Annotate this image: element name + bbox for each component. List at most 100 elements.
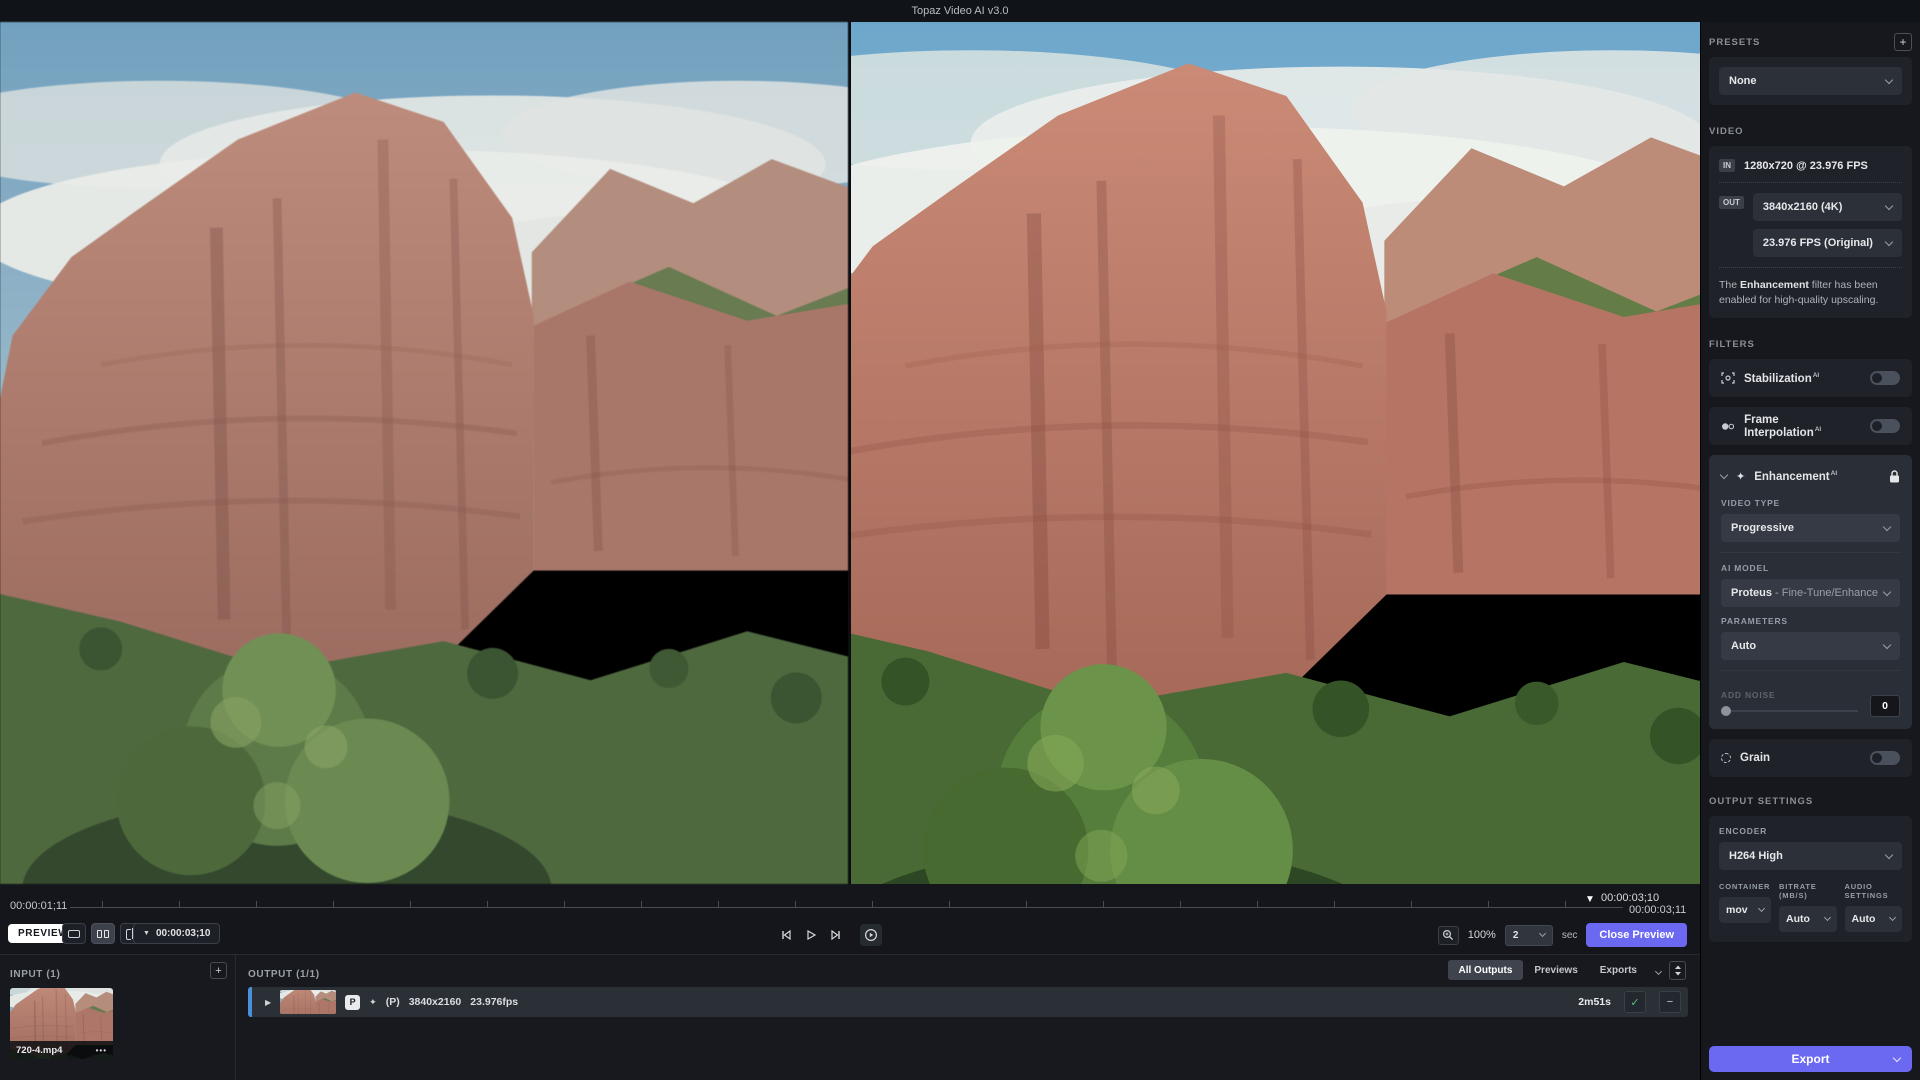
input-file-name: 720-4.mp4	[16, 1044, 63, 1056]
container-label: CONTAINER	[1719, 882, 1771, 892]
zoom-percent: 100%	[1467, 929, 1496, 941]
loop-playback-button[interactable]	[860, 924, 882, 946]
close-preview-button[interactable]: Close Preview	[1586, 923, 1687, 947]
play-button[interactable]	[804, 928, 818, 942]
sort-order-button[interactable]	[1669, 960, 1686, 980]
bitrate-select[interactable]: Auto	[1779, 906, 1837, 933]
tab-previews[interactable]: Previews	[1523, 960, 1588, 980]
grain-filter: Grain	[1709, 739, 1912, 778]
output-row[interactable]: ▶ P ✦ (P) 3840x2160 23.976fps 2m51s ✓ −	[248, 987, 1688, 1017]
input-panel: INPUT (1) + 720-4.mp4 •••	[0, 955, 236, 1080]
chevron-down-icon	[1884, 850, 1894, 860]
audio-settings-label: AUDIO SETTINGS	[1844, 882, 1889, 901]
output-resolution-select[interactable]: 3840x2160 (4K)	[1752, 193, 1902, 221]
filters-section-label: FILTERS	[1709, 338, 1755, 350]
side-by-side-view-button[interactable]	[91, 923, 115, 944]
timeline-track[interactable]	[70, 901, 1623, 908]
row-remove-button[interactable]: −	[1659, 991, 1681, 1013]
window-titlebar: Topaz Video AI v3.0	[0, 0, 1920, 22]
input-panel-header: INPUT (1)	[10, 969, 61, 980]
frame-interpolation-filter: Frame InterpolationAI	[1709, 407, 1912, 446]
frame-interpolation-icon	[1722, 423, 1735, 430]
parameters-label: PARAMETERS	[1721, 616, 1788, 627]
transport-controls	[779, 924, 882, 946]
preset-select[interactable]: None	[1719, 67, 1902, 95]
row-play-icon[interactable]: ▶	[265, 998, 271, 1007]
row-complete-button[interactable]: ✓	[1624, 991, 1646, 1013]
chevron-down-icon[interactable]	[1654, 967, 1663, 975]
side-by-side-icon	[97, 929, 109, 938]
playback-control-strip: PREVIEW ▼ 00:00:03;10 100% 2 sec Close P…	[0, 918, 1700, 954]
out-badge: OUT	[1719, 196, 1744, 209]
enhancement-sparkle-icon: ✦	[1736, 470, 1746, 483]
collapse-chevron-icon[interactable]	[1719, 470, 1729, 480]
video-type-select[interactable]: Progressive	[1721, 514, 1900, 543]
step-forward-button[interactable]	[829, 928, 843, 942]
chevron-down-icon	[1538, 929, 1546, 938]
step-back-button[interactable]	[779, 928, 793, 942]
input-clip-thumbnail[interactable]: 720-4.mp4 •••	[10, 988, 113, 1059]
chevron-down-icon	[1757, 905, 1766, 913]
row-resolution: 3840x2160	[408, 996, 462, 1008]
frame-interpolation-toggle[interactable]	[1870, 419, 1900, 434]
add-noise-value[interactable]: 0	[1870, 695, 1900, 718]
output-panel: OUTPUT (1/1) All Outputs Previews Export…	[236, 955, 1700, 1080]
preview-type-badge: P	[345, 994, 361, 1010]
add-preset-button[interactable]: +	[1894, 33, 1912, 51]
container-select[interactable]: mov	[1719, 897, 1771, 924]
output-fps-select[interactable]: 23.976 FPS (Original)	[1752, 229, 1902, 257]
zoom-button[interactable]	[1437, 925, 1459, 945]
video-type-label: VIDEO TYPE	[1721, 498, 1781, 509]
ai-model-select[interactable]: Proteus - Fine-Tune/Enhance	[1721, 579, 1900, 608]
bitrate-label: BITRATE (MB/S)	[1779, 882, 1817, 901]
grain-label: Grain	[1740, 752, 1771, 765]
grain-toggle[interactable]	[1870, 751, 1900, 766]
add-input-button[interactable]: +	[210, 962, 227, 979]
tab-all-outputs[interactable]: All Outputs	[1447, 960, 1524, 980]
stabilization-icon	[1721, 372, 1735, 385]
encoder-select[interactable]: H264 High	[1719, 842, 1902, 871]
tab-exports[interactable]: Exports	[1589, 960, 1648, 980]
enhanced-video-pane[interactable]	[851, 22, 1700, 884]
stabilization-toggle[interactable]	[1870, 371, 1900, 386]
enhancement-sparkle-icon: ✦	[369, 996, 377, 1007]
audio-settings-select[interactable]: Auto	[1844, 906, 1902, 933]
enhanced-video-frame	[851, 22, 1700, 884]
view-mode-buttons	[62, 923, 144, 944]
output-row-thumbnail	[280, 990, 337, 1014]
slider-knob[interactable]	[1721, 706, 1731, 717]
export-zone: Export	[1700, 952, 1920, 1080]
row-accent-bar	[248, 987, 252, 1017]
ai-model-label: AI MODEL	[1721, 563, 1769, 574]
chevron-down-icon	[1884, 75, 1894, 84]
presets-card: None	[1709, 57, 1912, 105]
add-noise-label: ADD NOISE	[1721, 690, 1776, 701]
export-button[interactable]: Export	[1709, 1046, 1912, 1072]
plus-icon: +	[215, 964, 222, 977]
chevron-down-icon	[1882, 522, 1892, 532]
row-fps: 23.976fps	[470, 996, 519, 1008]
playhead-timecode: 00:00:03;10	[1601, 892, 1660, 904]
add-noise-slider[interactable]	[1721, 706, 1858, 717]
stabilization-filter: StabilizationAI	[1709, 359, 1912, 398]
single-view-button[interactable]	[62, 923, 86, 944]
enhancement-note: The Enhancement filter has been enabled …	[1719, 279, 1879, 307]
preview-length-select[interactable]: 2	[1504, 924, 1553, 946]
original-video-pane[interactable]	[0, 22, 848, 884]
frame-interpolation-label: Frame InterpolationAI	[1744, 414, 1822, 439]
app-title: Topaz Video AI v3.0	[911, 5, 1009, 17]
playhead-mini-icon: ▼	[143, 930, 150, 937]
timeline-start-timecode: 00:00:01;11	[10, 900, 68, 912]
input-clip-name-bar: 720-4.mp4 •••	[10, 1041, 113, 1059]
chevron-down-icon	[1884, 237, 1894, 246]
clip-menu-button[interactable]: •••	[96, 1046, 107, 1055]
video-compare-viewer	[0, 22, 1700, 884]
original-video-frame	[0, 22, 848, 884]
output-settings-card: ENCODER H264 High CONTAINER mov BITRATE …	[1709, 816, 1912, 943]
lock-icon[interactable]	[1889, 470, 1900, 483]
parameters-select[interactable]: Auto	[1721, 632, 1900, 661]
playhead-icon[interactable]: ▼	[1585, 895, 1595, 905]
chevron-down-icon	[1882, 587, 1892, 597]
chevron-down-icon	[1892, 1053, 1902, 1062]
current-timecode-chip[interactable]: ▼ 00:00:03;10	[133, 923, 221, 944]
